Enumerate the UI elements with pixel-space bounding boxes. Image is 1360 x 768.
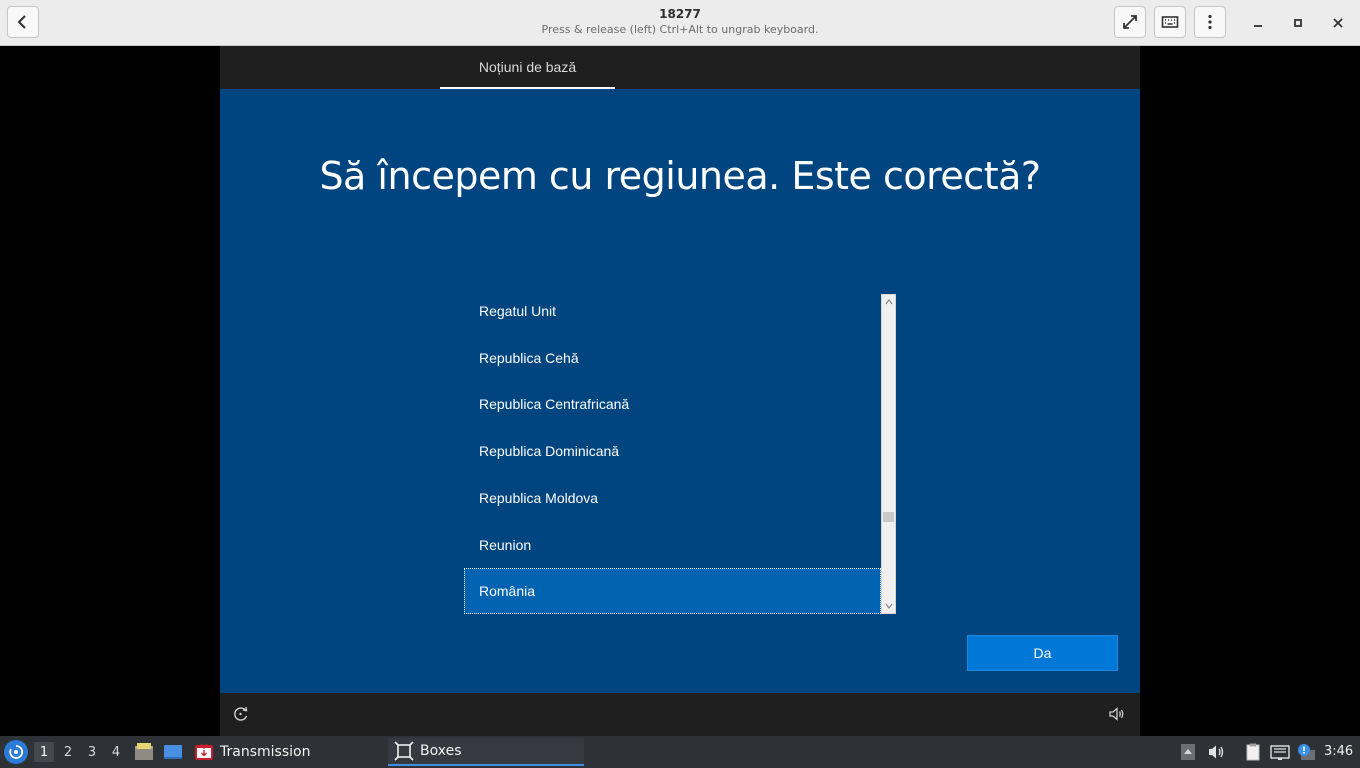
region-list[interactable]: Regatul Unit Republica Cehă Republica Cent… — [464, 294, 881, 614]
minimize-button[interactable] — [1247, 12, 1269, 34]
close-icon — [1333, 18, 1343, 28]
task-label-boxes: Boxes — [420, 743, 462, 759]
start-menu-icon — [9, 745, 24, 759]
window-header-bar: 18277 Press & release (left) Ctrl+Alt to… — [0, 0, 1360, 46]
setup-bottom-bar — [220, 693, 1140, 736]
workspace-4[interactable]: 4 — [106, 742, 126, 762]
task-transmission[interactable]: Transmission — [188, 738, 384, 766]
region-list-item[interactable]: Regatul Unit — [464, 288, 881, 334]
fullscreen-icon — [1123, 15, 1137, 29]
maximize-button[interactable] — [1287, 12, 1309, 34]
task-boxes[interactable]: Boxes — [388, 738, 584, 766]
workspace-2[interactable]: 2 — [58, 742, 78, 762]
workspace-3[interactable]: 3 — [82, 742, 102, 762]
minimize-icon — [1254, 25, 1262, 27]
list-scrollbar[interactable] — [881, 294, 896, 614]
region-list-item[interactable]: Republica Cehă — [464, 335, 881, 381]
region-list-item[interactable]: Republica Moldova — [464, 475, 881, 521]
keyboard-icon — [1161, 16, 1179, 28]
close-button[interactable] — [1327, 12, 1349, 34]
menu-button[interactable] — [1194, 6, 1226, 38]
scrollbar-thumb[interactable] — [883, 512, 894, 522]
page-title: Să începem cu regiunea. Este corectă? — [319, 154, 1041, 198]
transmission-icon — [195, 743, 213, 760]
taskbar: 1 2 3 4 Transmission Boxes 3:46 — [0, 736, 1360, 768]
region-list-item[interactable]: Republica Centrafricană — [464, 381, 881, 427]
start-menu-button[interactable] — [4, 740, 28, 764]
scroll-up-button[interactable] — [882, 295, 895, 309]
tray-scroll-icon[interactable] — [1178, 743, 1198, 761]
kebab-menu-icon — [1208, 14, 1212, 30]
file-manager-icon[interactable] — [133, 741, 155, 763]
scroll-down-button[interactable] — [882, 599, 895, 613]
tab-basics[interactable]: Noțiuni de bază — [440, 46, 615, 89]
clipboard-icon[interactable] — [1243, 743, 1263, 761]
keyboard-button[interactable] — [1154, 6, 1186, 38]
desktop-icon[interactable] — [162, 741, 184, 763]
workspace-1[interactable]: 1 — [34, 742, 54, 762]
clock[interactable]: 3:46 — [1324, 744, 1353, 759]
region-list-item[interactable]: Republica Dominicană — [464, 428, 881, 474]
chevron-down-icon — [885, 603, 892, 609]
ease-of-access-icon[interactable] — [232, 705, 250, 723]
chevron-up-icon — [885, 299, 892, 305]
boxes-icon — [394, 741, 414, 761]
maximize-icon — [1294, 19, 1302, 27]
region-list-item[interactable]: România — [464, 568, 881, 614]
network-icon[interactable] — [1270, 743, 1290, 761]
task-label-transmission: Transmission — [220, 744, 311, 760]
setup-top-bar: Noțiuni de bază — [220, 46, 1140, 89]
confirm-button[interactable]: Da — [967, 635, 1118, 671]
volume-icon[interactable] — [1108, 705, 1126, 723]
region-list-item[interactable]: Reunion — [464, 522, 881, 568]
fullscreen-button[interactable] — [1114, 6, 1146, 38]
update-icon[interactable] — [1296, 743, 1316, 761]
vm-display[interactable]: Noțiuni de bază Să începem cu regiunea. … — [220, 46, 1140, 736]
tray-volume-icon[interactable] — [1207, 743, 1227, 761]
region-listbox[interactable]: Regatul Unit Republica Cehă Republica Cent… — [464, 294, 896, 614]
